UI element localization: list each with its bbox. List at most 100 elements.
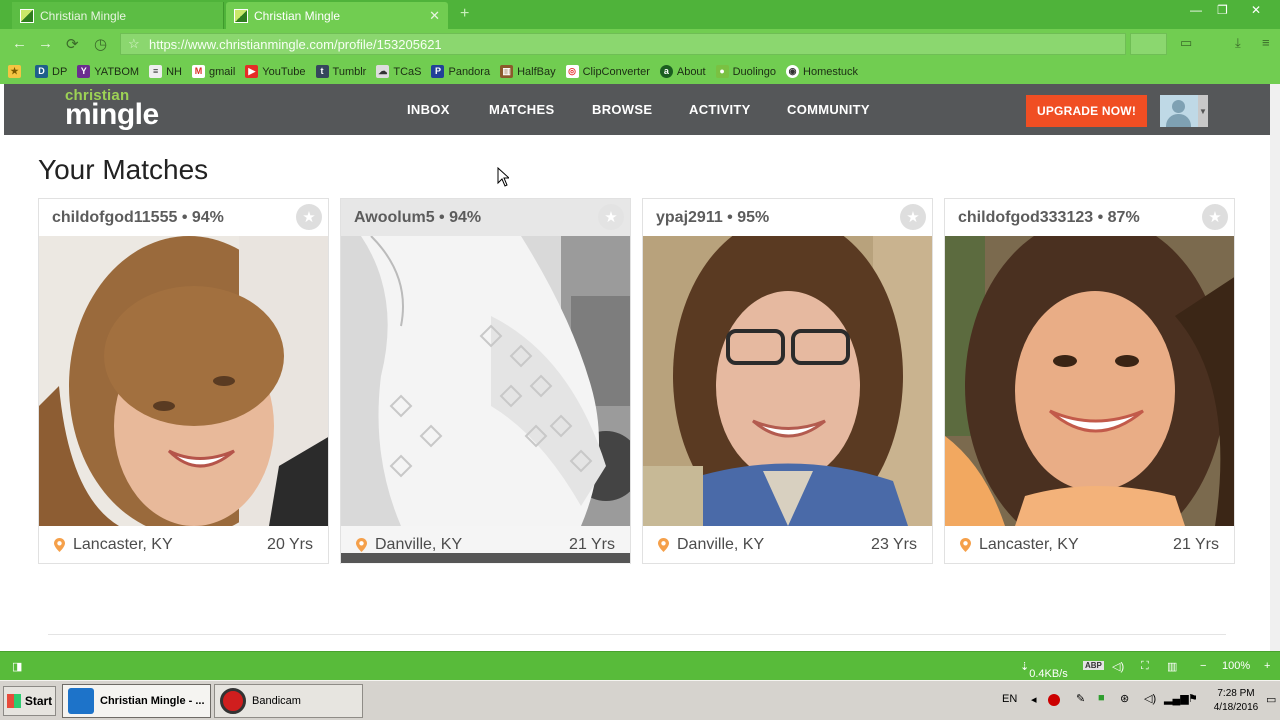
browser-status-bar: ◨ ⇣ 0.4KB/s ABP ◁) ⛶ ▥ − 100% + [0, 651, 1280, 680]
bookmark-icon: Y [77, 65, 91, 78]
system-clock[interactable]: 7:28 PM 4/18/2016 [1207, 687, 1265, 715]
action-center-icon[interactable]: ⚑ [1188, 692, 1198, 705]
bookmark-item[interactable]: ◎ ClipConverter [565, 65, 650, 78]
tray-arrow-icon[interactable]: ◂ [1031, 693, 1037, 706]
match-age: 20 Yrs [267, 536, 313, 553]
tray-shield-icon[interactable]: ■ [1098, 692, 1105, 704]
record-icon[interactable] [1048, 694, 1060, 706]
tab-title: Christian Mingle [40, 8, 127, 23]
maxthon-icon [68, 688, 94, 714]
sidebar-toggle-icon[interactable]: ◨ [12, 660, 22, 673]
match-name[interactable]: ypaj2911 • 95% [643, 199, 932, 236]
tab-close-icon[interactable]: ✕ [429, 8, 440, 24]
bookmarks-star-icon[interactable]: ★ [8, 65, 25, 78]
bookmark-item[interactable]: P Pandora [431, 65, 490, 78]
match-photo[interactable] [945, 236, 1234, 526]
bookmark-item[interactable]: ◉ Homestuck [786, 65, 858, 78]
content-divider [48, 634, 1226, 635]
bookmark-item[interactable]: a About [659, 65, 706, 78]
match-name[interactable]: childofgod11555 • 94% [39, 199, 328, 236]
bookmark-icon: ◎ [565, 65, 579, 78]
language-indicator[interactable]: EN [1002, 693, 1017, 705]
window-close-icon[interactable]: ✕ [1251, 3, 1261, 17]
match-age: 21 Yrs [569, 536, 615, 553]
favorite-star-icon[interactable]: ★ [900, 204, 926, 230]
christian-mingle-logo[interactable]: christian mingle [65, 88, 159, 130]
adblock-icon[interactable]: ABP [1083, 661, 1104, 670]
bookmark-item[interactable]: ● Duolingo [715, 65, 776, 78]
back-icon[interactable]: ← [12, 35, 27, 52]
nav-matches[interactable]: MATCHES [489, 102, 554, 117]
tab-christian-mingle-2[interactable]: Christian Mingle ✕ [226, 2, 448, 29]
match-photo[interactable] [643, 236, 932, 526]
tab-christian-mingle-1[interactable]: Christian Mingle [12, 2, 224, 29]
match-name[interactable]: Awoolum5 • 94% [341, 199, 630, 236]
chevron-down-icon[interactable]: ▼ [1198, 95, 1208, 127]
browser-toolbar: ← → ⟳ ◷ ☆ https://www.christianmingle.co… [0, 29, 1280, 59]
network-icon[interactable]: ▂▄▆ [1164, 692, 1189, 705]
bookmark-icon: ▥ [500, 65, 514, 78]
match-card[interactable]: childofgod11555 • 94% ★ Lancaster, KY 20… [38, 198, 329, 564]
nav-community[interactable]: COMMUNITY [787, 102, 870, 117]
gmail-icon: M [192, 65, 205, 78]
forward-icon[interactable]: → [38, 35, 53, 52]
match-age: 23 Yrs [871, 536, 917, 553]
zoom-level[interactable]: 100% [1222, 660, 1250, 672]
bookmark-item[interactable]: ☁ TCaS [376, 65, 421, 78]
address-bar[interactable]: ☆ https://www.christianmingle.com/profil… [120, 33, 1126, 55]
bookmarks-bar: ★ D DP Y YATBOM ≡ NH Mgmail ▶ YouTube t Tumbl… [0, 59, 1280, 84]
reader-icon[interactable]: ▭ [1180, 35, 1192, 51]
match-card[interactable]: Awoolum5 • 94% ★ Danville, KY 21 Yrs [340, 198, 631, 564]
nav-inbox[interactable]: INBOX [407, 102, 450, 117]
bookmark-item[interactable]: Y YATBOM [77, 65, 139, 78]
speaker-icon[interactable]: ◁) [1144, 692, 1156, 705]
address-bar-dropdown[interactable] [1130, 33, 1167, 55]
download-icon[interactable]: ⤓ [1235, 35, 1241, 51]
youtube-icon: ▶ [245, 65, 259, 78]
zoom-out-icon[interactable]: − [1200, 660, 1206, 672]
bookmark-item[interactable]: t Tumblr [315, 65, 366, 78]
start-button[interactable]: Start [3, 686, 56, 716]
minimize-icon[interactable]: — [1190, 3, 1202, 17]
bookmark-item[interactable]: ▶ YouTube [245, 65, 306, 78]
upgrade-now-button[interactable]: UPGRADE NOW! [1026, 95, 1147, 127]
site-favicon-icon [20, 8, 34, 23]
tray-tool-icon[interactable]: ✎ [1076, 692, 1085, 705]
new-tab-icon[interactable]: + [460, 5, 469, 23]
show-desktop-icon[interactable]: ▭ [1266, 693, 1276, 706]
layout-icon[interactable]: ▥ [1167, 660, 1177, 673]
favorite-star-icon[interactable]: ★ [1202, 204, 1228, 230]
zoom-in-icon[interactable]: + [1264, 660, 1270, 672]
bookmark-item[interactable]: Mgmail [192, 65, 235, 78]
taskbar-item-browser[interactable]: Christian Mingle - ... [62, 684, 211, 718]
taskbar-item-bandicam[interactable]: Bandicam [214, 684, 363, 718]
match-name[interactable]: childofgod333123 • 87% [945, 199, 1234, 236]
steam-icon[interactable]: ⊛ [1120, 692, 1129, 705]
user-avatar[interactable] [1160, 95, 1198, 127]
match-card[interactable]: childofgod333123 • 87% ★ Lancaster, KY 2… [944, 198, 1235, 564]
bandicam-icon [220, 688, 246, 714]
match-photo[interactable] [39, 236, 328, 526]
favorite-star-icon[interactable]: ★ [296, 204, 322, 230]
reload-icon[interactable]: ⟳ [66, 35, 79, 53]
volume-icon[interactable]: ◁) [1112, 660, 1124, 673]
windows-taskbar: Start Christian Mingle - ... Bandicam EN… [0, 680, 1280, 720]
favorite-star-icon[interactable]: ★ [598, 204, 624, 230]
bookmark-item[interactable]: ▥ HalfBay [500, 65, 556, 78]
tab-title: Christian Mingle [254, 8, 341, 23]
browser-tab-strip: Christian Mingle Christian Mingle ✕ + — … [0, 0, 1280, 29]
location-pin-icon [960, 538, 971, 552]
history-icon[interactable]: ◷ [94, 35, 107, 53]
match-photo[interactable] [341, 236, 630, 526]
menu-icon[interactable]: ≡ [1262, 35, 1270, 50]
page-scrollbar[interactable] [1270, 84, 1280, 651]
bookmark-item[interactable]: D DP [35, 65, 67, 78]
nav-browse[interactable]: BROWSE [592, 102, 652, 117]
match-card[interactable]: ypaj2911 • 95% ★ Danville, KY 23 Yrs [642, 198, 933, 564]
maximize-icon[interactable]: ❐ [1217, 3, 1228, 17]
location-pin-icon [356, 538, 367, 552]
nav-activity[interactable]: ACTIVITY [689, 102, 751, 117]
bookmark-item[interactable]: ≡ NH [149, 65, 182, 78]
bookmark-star-icon[interactable]: ☆ [128, 36, 140, 52]
fullscreen-icon[interactable]: ⛶ [1141, 660, 1149, 673]
